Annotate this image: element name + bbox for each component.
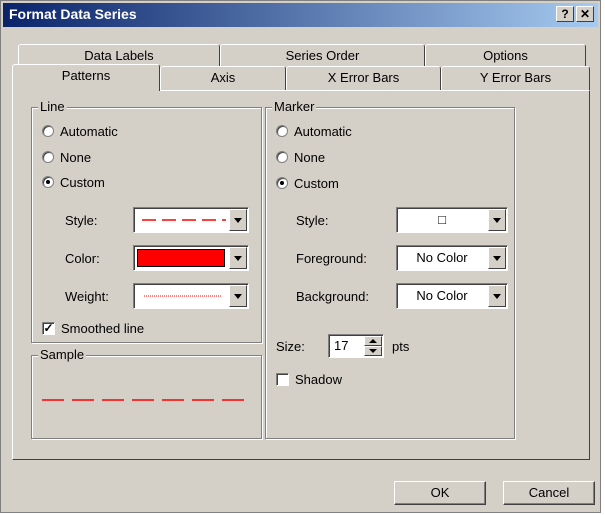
square-marker-icon: □ (438, 212, 446, 227)
marker-group: Marker Automatic None Custom Style: □ Fo… (265, 99, 515, 439)
cancel-button[interactable]: Cancel (503, 481, 595, 505)
line-custom-radio[interactable]: Custom (42, 173, 105, 191)
shadow-label: Shadow (295, 371, 342, 387)
check-icon: ✓ (42, 320, 55, 335)
foreground-label: Foreground: (296, 251, 367, 266)
background-value: No Color (416, 288, 468, 303)
line-style-label: Style: (65, 213, 98, 228)
radio-indicator-selected (42, 176, 54, 188)
chevron-down-icon[interactable] (488, 209, 506, 231)
line-none-label: None (60, 149, 92, 165)
ok-button[interactable]: OK (394, 481, 486, 505)
chevron-down-icon[interactable] (488, 247, 506, 269)
radio-indicator (276, 151, 288, 163)
size-spinner[interactable]: 17 (328, 334, 384, 358)
marker-style-label: Style: (296, 213, 329, 228)
size-value: 17 (334, 338, 349, 353)
tab-patterns[interactable]: Patterns (12, 64, 160, 91)
tab-series-order[interactable]: Series Order (220, 44, 425, 68)
dashed-line-swatch (142, 219, 226, 221)
color-swatch (137, 249, 225, 267)
smoothed-line-label: Smoothed line (61, 320, 145, 336)
marker-automatic-label: Automatic (294, 123, 352, 139)
background-select[interactable]: No Color (396, 283, 508, 309)
marker-style-select[interactable]: □ (396, 207, 508, 233)
line-group-title: Line (38, 99, 67, 114)
line-custom-label: Custom (60, 174, 105, 190)
radio-indicator (276, 125, 288, 137)
shadow-checkbox[interactable]: Shadow (276, 370, 342, 388)
format-data-series-dialog: Format Data Series ? ✕ Data Labels Serie… (0, 0, 601, 513)
marker-group-title: Marker (272, 99, 317, 114)
foreground-select[interactable]: No Color (396, 245, 508, 271)
line-none-radio[interactable]: None (42, 148, 91, 166)
checkbox-box (276, 372, 289, 386)
thin-line-swatch (144, 295, 222, 297)
size-unit: pts (392, 339, 410, 354)
tab-options[interactable]: Options (425, 44, 586, 68)
tab-x-error-bars[interactable]: X Error Bars (286, 66, 441, 90)
patterns-panel: Line Automatic None Custom Style: Color: (12, 90, 590, 460)
line-style-select[interactable] (133, 207, 249, 233)
line-automatic-label: Automatic (60, 123, 118, 139)
tab-axis[interactable]: Axis (160, 66, 286, 90)
sample-line-preview (42, 399, 248, 401)
size-label: Size: (276, 339, 305, 354)
spin-down-icon[interactable] (364, 346, 382, 356)
radio-indicator-selected (276, 177, 288, 189)
marker-automatic-radio[interactable]: Automatic (276, 122, 352, 140)
chevron-down-icon[interactable] (488, 285, 506, 307)
sample-group: Sample (31, 347, 262, 439)
chevron-down-icon[interactable] (229, 285, 247, 307)
marker-none-label: None (294, 149, 326, 165)
marker-none-radio[interactable]: None (276, 148, 325, 166)
smoothed-line-checkbox[interactable]: ✓ Smoothed line (42, 319, 144, 337)
background-label: Background: (296, 289, 369, 304)
foreground-value: No Color (416, 250, 468, 265)
dialog-title: Format Data Series (9, 6, 137, 22)
help-button[interactable]: ? (556, 6, 574, 22)
line-color-label: Color: (65, 251, 100, 266)
tab-y-error-bars[interactable]: Y Error Bars (441, 66, 590, 90)
line-weight-select[interactable] (133, 283, 249, 309)
sample-group-title: Sample (38, 347, 87, 362)
spin-up-icon[interactable] (364, 336, 382, 346)
marker-custom-radio[interactable]: Custom (276, 174, 339, 192)
radio-indicator (42, 125, 54, 137)
chevron-down-icon[interactable] (229, 209, 247, 231)
line-weight-label: Weight: (65, 289, 109, 304)
close-button[interactable]: ✕ (576, 6, 594, 22)
marker-custom-label: Custom (294, 175, 339, 191)
line-group: Line Automatic None Custom Style: Color: (31, 99, 262, 343)
chevron-down-icon[interactable] (229, 247, 247, 269)
line-color-select[interactable] (133, 245, 249, 271)
title-bar[interactable]: Format Data Series ? ✕ (3, 3, 598, 27)
line-automatic-radio[interactable]: Automatic (42, 122, 118, 140)
radio-indicator (42, 151, 54, 163)
